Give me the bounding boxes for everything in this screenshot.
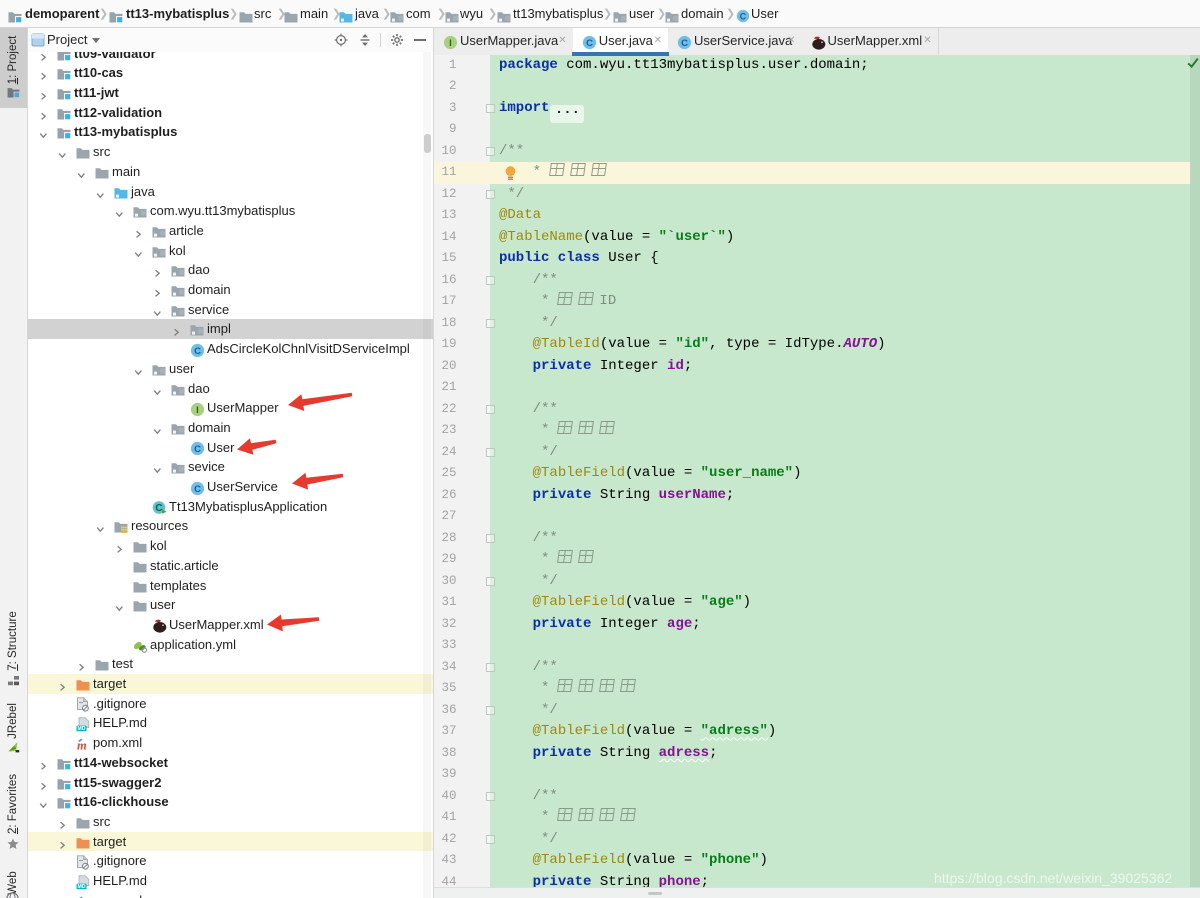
svg-text:I: I	[449, 38, 452, 49]
svg-text:m: m	[77, 739, 87, 752]
svg-text:C: C	[194, 346, 201, 357]
svg-text:I: I	[196, 405, 199, 416]
svg-text:C: C	[194, 444, 201, 455]
svg-text:C: C	[740, 11, 747, 21]
svg-text:C: C	[681, 38, 688, 49]
svg-text:MD: MD	[77, 884, 85, 890]
svg-text:C: C	[194, 484, 201, 495]
svg-text:C: C	[586, 38, 593, 49]
svg-text:C: C	[155, 503, 162, 514]
svg-text:MD: MD	[77, 726, 85, 732]
